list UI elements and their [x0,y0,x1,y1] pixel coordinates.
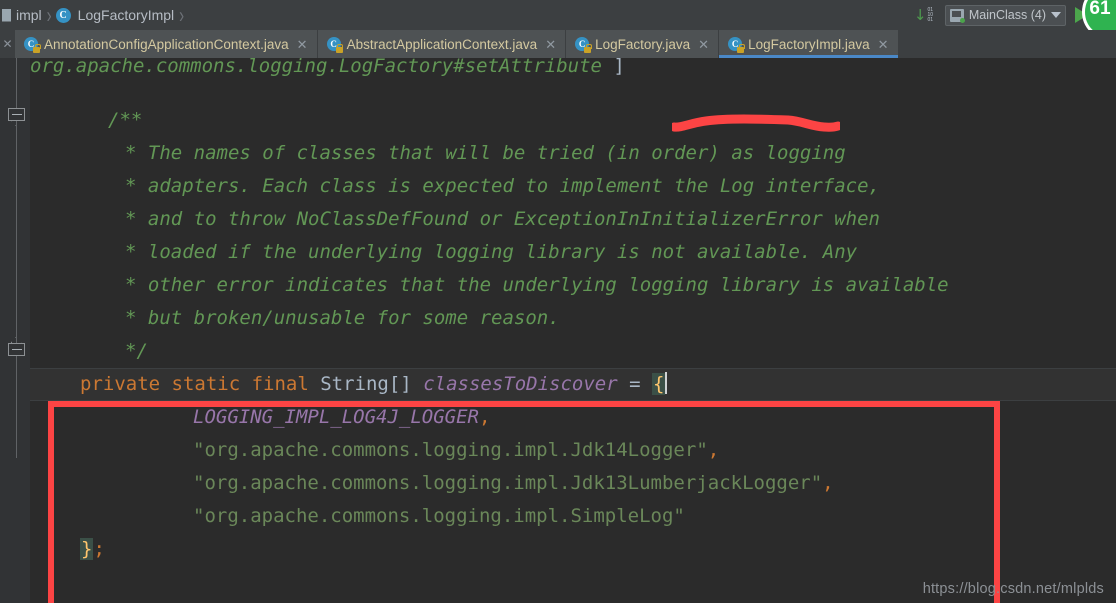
tab-scroll-left-icon[interactable]: ✕ [0,30,15,58]
chevron-down-icon[interactable] [1051,12,1061,18]
lock-icon [33,43,41,53]
sort-numeric-icon[interactable]: ↓ 01 10 01 [914,6,938,24]
breadcrumb-class[interactable]: C LogFactoryImpl › [55,0,188,30]
code-line: * but broken/unusable for some reason. [125,307,560,329]
run-config-icon [949,8,965,23]
numeric-bottom: 01 [927,16,934,23]
code-line: */ [125,340,148,362]
tab-label: AnnotationConfigApplicationContext.java [44,36,289,52]
chevron-right-icon-2: › [179,2,185,28]
tab-annotation-config-application-context[interactable]: C AnnotationConfigApplicationContext.jav… [15,30,318,58]
fold-up-icon[interactable] [8,337,25,356]
tab-label: AbstractApplicationContext.java [346,36,538,52]
watermark-text: https://blog.csdn.net/mlplds [922,581,1104,597]
breadcrumb-class-label: LogFactoryImpl [77,7,175,23]
tab-label: LogFactoryImpl.java [748,36,870,52]
lock-icon [584,43,592,53]
java-class-icon: C [575,36,592,53]
tab-log-factory-impl[interactable]: C LogFactoryImpl.java ✕ [719,30,899,58]
code-line: LOGGING_IMPL_LOG4J_LOGGER, [193,406,491,428]
numeric-stack: 01 10 01 [927,7,934,23]
chevron-right-icon: › [46,2,52,28]
code-line: org.apache.commons.logging.LogFactory#se… [30,58,625,77]
package-icon [2,8,11,22]
lock-icon [335,43,344,53]
code-content[interactable]: org.apache.commons.logging.LogFactory#se… [30,58,1116,603]
class-icon: C [55,7,71,23]
breadcrumb-bar: impl › C LogFactoryImpl › ↓ 01 10 01 Mai… [0,0,1116,40]
breadcrumb-package-label: impl [16,7,42,23]
breadcrumb-package[interactable]: impl › [2,0,56,30]
code-line: "org.apache.commons.logging.impl.Jdk13Lu… [193,472,834,494]
code-line: * other error indicates that the underly… [125,274,949,296]
java-class-icon: C [24,36,41,53]
close-icon[interactable]: ✕ [297,38,308,51]
code-line: * adapters. Each class is expected to im… [125,175,880,197]
code-editor[interactable]: org.apache.commons.logging.LogFactory#se… [0,58,1116,603]
editor-tab-bar: ✕ C AnnotationConfigApplicationContext.j… [0,30,1116,58]
close-icon[interactable]: ✕ [545,38,556,51]
code-line: * and to throw NoClassDefFound or Except… [125,208,880,230]
java-class-icon: C [728,36,745,53]
close-icon[interactable]: ✕ [878,38,889,51]
tab-abstract-application-context[interactable]: C AbstractApplicationContext.java ✕ [317,30,567,58]
close-icon[interactable]: ✕ [698,38,709,51]
code-line: }; [80,538,105,560]
code-line: /** [108,109,143,131]
code-line: private static final String[] classesToD… [80,368,668,401]
code-line: "org.apache.commons.logging.impl.SimpleL… [193,505,685,527]
main-toolbar: ↓ 01 10 01 MainClass (4) 61 [914,0,1116,40]
tab-log-factory[interactable]: C LogFactory.java ✕ [566,30,720,58]
run-configuration-selector[interactable]: MainClass (4) [944,4,1066,26]
editor-gutter[interactable] [0,58,30,603]
ide-window: impl › C LogFactoryImpl › ↓ 01 10 01 Mai… [0,0,1116,603]
code-line: "org.apache.commons.logging.impl.Jdk14Lo… [193,439,720,461]
lock-icon [737,43,745,53]
code-line: * The names of classes that will be trie… [125,142,846,164]
java-class-icon: C [326,36,344,53]
down-arrow-icon: ↓ [913,5,927,24]
fold-down-icon[interactable] [8,108,25,126]
code-line: * loaded if the underlying logging libra… [125,241,858,263]
run-config-label: MainClass (4) [968,8,1046,22]
tab-label: LogFactory.java [595,36,691,52]
